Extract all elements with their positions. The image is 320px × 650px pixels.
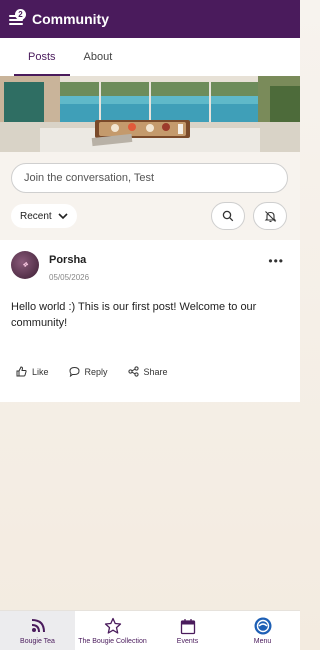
search-button[interactable] (211, 202, 245, 230)
tab-bar: Posts About (0, 38, 300, 76)
reply-button[interactable]: Reply (69, 366, 108, 377)
page-title: Community (32, 11, 109, 27)
star-icon (104, 617, 121, 634)
community-cover-image (0, 76, 300, 152)
share-button[interactable]: Share (127, 366, 168, 377)
nav-menu[interactable]: Menu (225, 611, 300, 650)
avatar-logo: ❖ (21, 261, 29, 269)
post-actions: Like Reply Share (16, 366, 188, 377)
cover-photo (0, 76, 300, 152)
nav-label: Menu (253, 638, 272, 645)
thumbs-up-icon (16, 366, 27, 377)
post-body: Hello world :) This is our first post! W… (11, 301, 257, 329)
sort-dropdown[interactable]: Recent (11, 204, 77, 228)
menu-button[interactable]: 2 (9, 9, 27, 27)
hamburger-icon-line (9, 23, 23, 25)
nav-label: Events (176, 638, 199, 645)
comment-icon (69, 366, 80, 377)
nav-events[interactable]: Events (150, 611, 225, 650)
logo-icon (254, 617, 271, 635)
like-button[interactable]: Like (16, 366, 49, 377)
share-icon (127, 366, 139, 377)
tab-posts[interactable]: Posts (14, 38, 70, 76)
more-options-icon[interactable]: ••• (268, 255, 284, 267)
sort-label: Recent (20, 210, 52, 222)
tab-about[interactable]: About (70, 38, 127, 76)
avatar[interactable]: ❖ (11, 251, 39, 279)
nav-label: The Bougie Collection (78, 638, 147, 645)
like-label: Like (32, 366, 49, 377)
calendar-icon (180, 618, 195, 634)
nav-label: Bougie Tea (20, 638, 55, 645)
compose-input[interactable]: Join the conversation, Test (11, 163, 288, 193)
composer-area: Join the conversation, Test Recent (0, 152, 300, 240)
post-card[interactable]: ❖ Porsha 05/05/2026 ••• Hello world :) T… (0, 240, 300, 402)
top-app-bar: 2 Community (0, 0, 300, 38)
post-date: 05/05/2026 (49, 273, 90, 282)
notification-badge: 2 (15, 9, 26, 20)
nav-bougie-collection[interactable]: The Bougie Collection (75, 611, 150, 650)
podcast-icon (31, 619, 45, 633)
bell-off-icon (264, 210, 276, 222)
nav-bougie-tea[interactable]: Bougie Tea (0, 611, 75, 650)
reply-label: Reply (84, 366, 108, 377)
chevron-down-icon (58, 212, 68, 219)
search-icon (222, 210, 234, 222)
post-author[interactable]: Porsha (49, 254, 86, 266)
mute-notifications-button[interactable] (253, 202, 287, 230)
bottom-navigation: Bougie Tea The Bougie Collection Events (0, 610, 300, 650)
share-label: Share (143, 366, 168, 377)
